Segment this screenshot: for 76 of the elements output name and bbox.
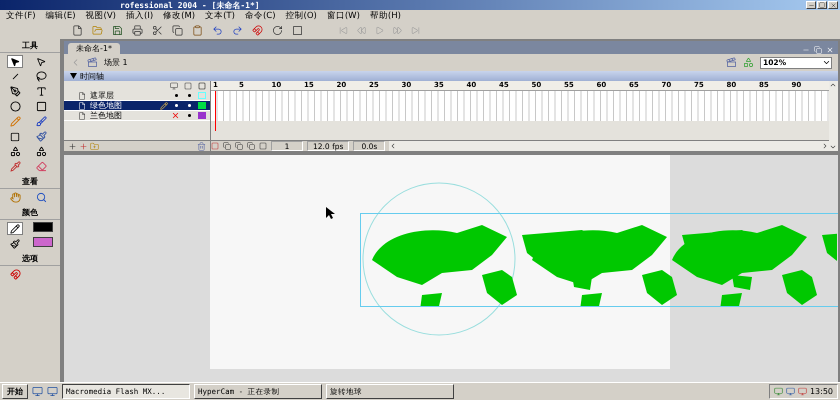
layer-name: 绿色地图: [90, 100, 123, 111]
layer-name: 兰色地图: [90, 110, 123, 121]
menu-item[interactable]: 窗口(W): [326, 10, 360, 22]
clock: 13:50: [810, 387, 833, 396]
menu-item[interactable]: 编辑(E): [46, 10, 76, 22]
close-icon: [830, 2, 836, 8]
menu-item[interactable]: 帮助(H): [370, 10, 401, 22]
menu-item[interactable]: 文本(T): [205, 10, 235, 22]
section-heading: 工具: [0, 39, 60, 53]
stroke-color-swatch[interactable]: [33, 222, 53, 232]
scene-label: 场景 1: [104, 57, 128, 68]
stroke-color-icon[interactable]: [7, 222, 23, 235]
scissors-icon[interactable]: [152, 25, 163, 36]
redo-icon[interactable]: [232, 25, 243, 36]
layer-icon: [78, 92, 86, 100]
rotate-icon[interactable]: [272, 25, 283, 36]
outline-swatch[interactable]: [198, 102, 206, 109]
printer-icon[interactable]: [132, 25, 143, 36]
pencil-icon: [160, 102, 168, 110]
layer-icon: [78, 102, 86, 110]
cursor-icon: [326, 207, 335, 219]
magnet-icon[interactable]: [252, 25, 263, 36]
scroll-down-icon: [829, 143, 837, 151]
lock-dot-icon[interactable]: [188, 114, 191, 117]
outline-icon: [198, 82, 206, 90]
lock-dot-icon[interactable]: [188, 94, 191, 97]
visible-dot-icon[interactable]: [175, 94, 178, 97]
timeline-scrollbar[interactable]: [389, 141, 829, 151]
window-title: rofessional 2004 - [未命名-1*]: [120, 0, 260, 10]
fill-color-swatch[interactable]: [33, 237, 53, 247]
tray-icon[interactable]: [786, 387, 795, 396]
menu-item[interactable]: 视图(V): [86, 10, 116, 22]
arrow-tool-icon[interactable]: [7, 55, 23, 68]
menu-item[interactable]: 控制(O): [286, 10, 317, 22]
quick-launch-icon[interactable]: [32, 386, 43, 397]
trash-icon[interactable]: [197, 142, 206, 150]
paste-icon[interactable]: [192, 25, 203, 36]
layer-row[interactable]: 兰色地图: [64, 111, 210, 121]
scroll-right-icon: [821, 142, 829, 150]
hidden-x-icon[interactable]: [171, 111, 181, 120]
maximize-button[interactable]: [817, 1, 827, 9]
outline-swatch[interactable]: [198, 112, 206, 119]
lock-dot-icon[interactable]: [188, 104, 191, 107]
start-button[interactable]: 开始: [2, 384, 28, 399]
maximize-icon: [819, 2, 825, 8]
section-heading: 选项: [0, 252, 60, 266]
minimize-button[interactable]: [806, 1, 816, 9]
layer-scrollbar[interactable]: [829, 81, 838, 151]
menu-item[interactable]: 命令(C): [244, 10, 276, 22]
restore-icon[interactable]: [814, 46, 822, 54]
section-heading: 查看: [0, 175, 60, 189]
edit-scene-icon[interactable]: [726, 57, 737, 68]
collapse-triangle-icon[interactable]: [70, 73, 77, 79]
scene-icon: [87, 57, 98, 68]
layer-row[interactable]: 绿色地图: [64, 101, 210, 111]
visible-dot-icon[interactable]: [175, 104, 178, 107]
close-button[interactable]: [828, 1, 838, 9]
scroll-up-icon: [829, 81, 837, 89]
section-heading: 颜色: [0, 206, 60, 220]
quick-launch-icon[interactable]: [47, 386, 58, 397]
save-icon[interactable]: [112, 25, 123, 36]
document-tab[interactable]: 未命名-1*: [68, 43, 120, 54]
close-icon[interactable]: [826, 46, 834, 54]
layer-icon: [78, 112, 86, 120]
tray-icon[interactable]: [774, 387, 783, 396]
tray-icon[interactable]: [798, 387, 807, 396]
undo-icon[interactable]: [212, 25, 223, 36]
menu-item[interactable]: 文件(F): [6, 10, 36, 22]
timeline-title: 时间轴: [80, 70, 104, 82]
layer-name: 遮罩层: [90, 90, 115, 101]
new-file-icon[interactable]: [72, 25, 83, 36]
add-layer-icon[interactable]: [68, 142, 77, 150]
menu-item[interactable]: 修改(M): [163, 10, 196, 22]
menu-item[interactable]: 插入(I): [126, 10, 154, 22]
copy-icon[interactable]: [172, 25, 183, 36]
square-icon[interactable]: [292, 25, 303, 36]
